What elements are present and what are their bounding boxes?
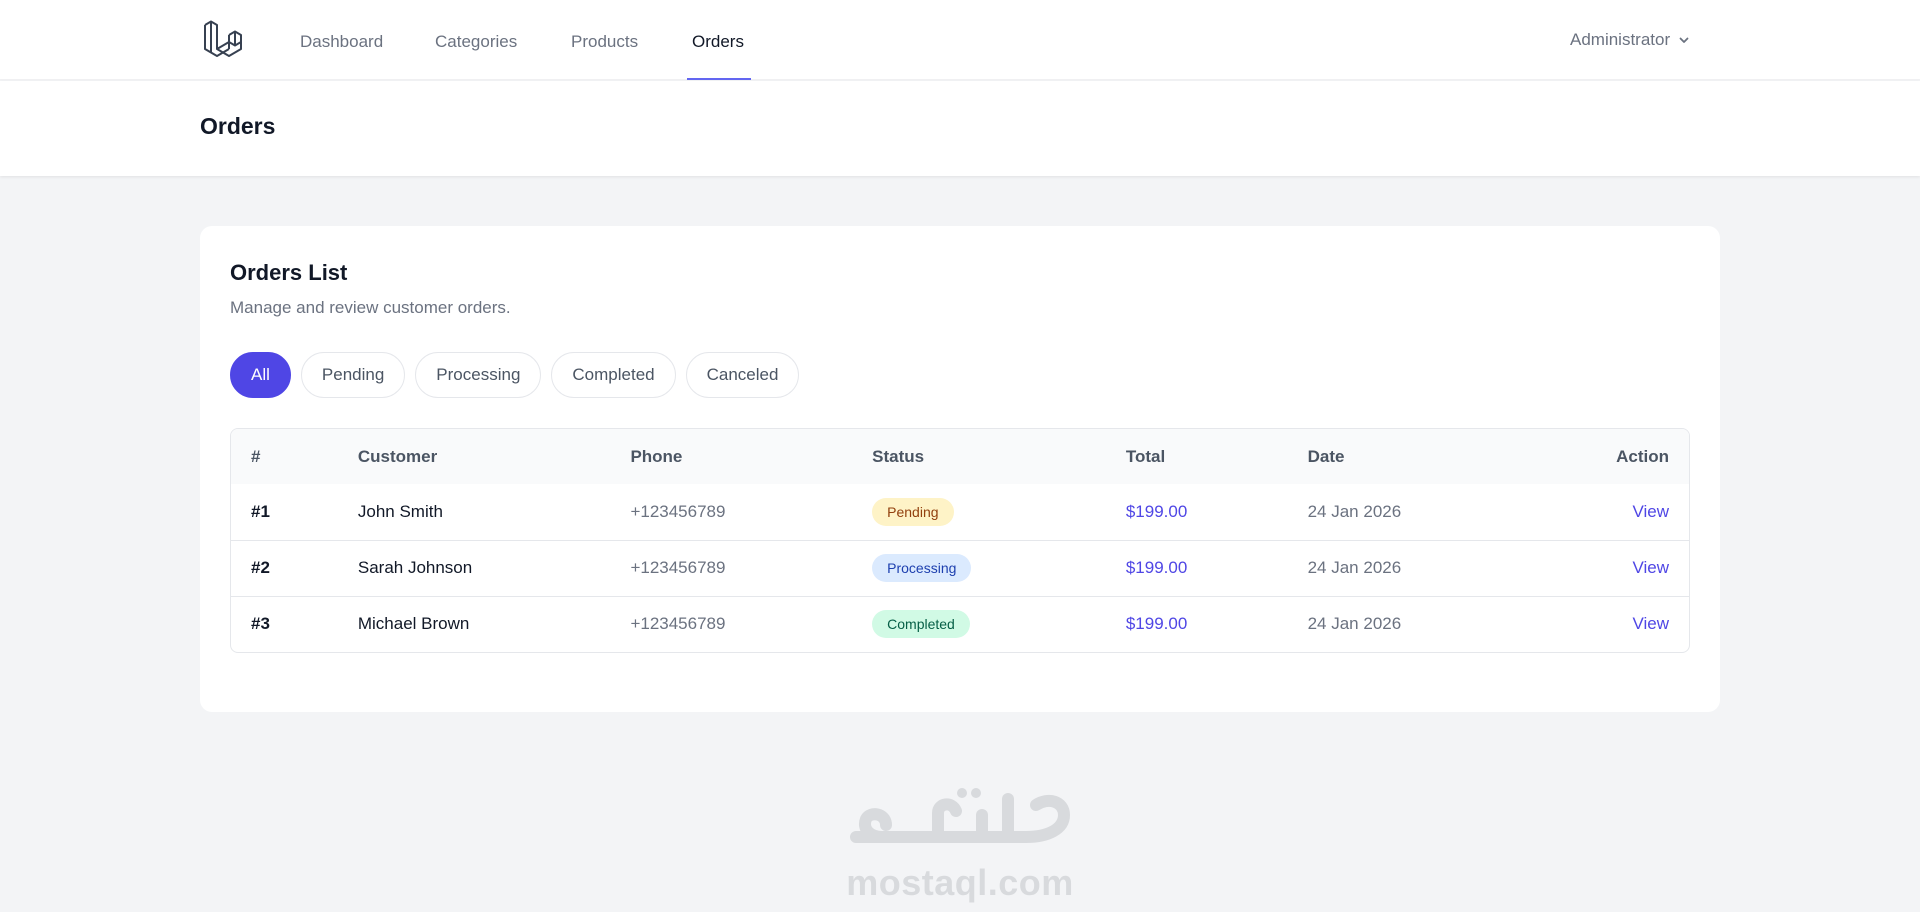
nav-link-products[interactable]: Products <box>571 0 638 80</box>
user-name: Administrator <box>1570 30 1671 49</box>
card-subtitle: Manage and review customer orders. <box>230 298 511 317</box>
customer-phone: +123456789 <box>630 501 726 521</box>
top-navbar: Dashboard Categories Products Orders Adm… <box>0 0 1920 80</box>
user-menu-dropdown[interactable]: Administrator <box>1570 0 1690 80</box>
table-row: #2 Sarah Johnson +123456789 Processing $… <box>231 540 1689 596</box>
customer-phone: +123456789 <box>630 614 726 634</box>
filter-canceled-button[interactable]: Canceled <box>685 352 800 398</box>
status-badge: Completed <box>872 610 970 639</box>
customer-name: John Smith <box>357 501 443 521</box>
filter-pending-button[interactable]: Pending <box>300 352 406 398</box>
table-header-row: # Customer Phone Status Total Date Actio… <box>231 429 1689 484</box>
view-order-link[interactable]: View <box>1632 502 1669 521</box>
order-total: $199.00 <box>1125 558 1188 577</box>
watermark-text: mostaql.com <box>846 862 1074 903</box>
order-total: $199.00 <box>1125 501 1188 521</box>
page-header: Orders <box>0 81 1920 176</box>
filter-completed-button[interactable]: Completed <box>551 352 676 398</box>
view-order-link[interactable]: View <box>1632 614 1669 633</box>
column-header-phone: Phone <box>630 446 683 466</box>
customer-name: Michael Brown <box>357 614 470 634</box>
status-filter-group: All Pending Processing Completed Cancele… <box>230 352 800 398</box>
mostaql-watermark: mostaql.com <box>842 785 1078 904</box>
nav-link-orders[interactable]: Orders <box>692 0 744 80</box>
filter-processing-button[interactable]: Processing <box>415 352 542 398</box>
table-row: #3 Michael Brown +123456789 Completed $1… <box>231 596 1689 652</box>
order-id: #3 <box>251 614 270 634</box>
orders-table-container: # Customer Phone Status Total Date Actio… <box>230 428 1690 653</box>
nav-link-categories[interactable]: Categories <box>435 0 517 80</box>
status-badge: Processing <box>872 554 972 582</box>
table-row: #1 John Smith +123456789 Pending $199.00… <box>231 484 1689 540</box>
order-date: 24 Jan 2026 <box>1307 614 1402 634</box>
column-header-date: Date <box>1307 446 1345 466</box>
page-title: Orders <box>200 113 276 139</box>
card-title: Orders List <box>230 260 348 285</box>
column-header-action: Action <box>1616 446 1669 466</box>
column-header-id: # <box>251 446 261 466</box>
orders-card: Orders List Manage and review customer o… <box>200 226 1720 712</box>
order-date: 24 Jan 2026 <box>1307 558 1402 577</box>
customer-name: Sarah Johnson <box>357 558 473 577</box>
filter-all-button[interactable]: All <box>230 352 291 398</box>
order-total: $199.00 <box>1125 614 1188 634</box>
orders-table: # Customer Phone Status Total Date Actio… <box>231 429 1689 652</box>
status-badge: Pending <box>872 497 954 526</box>
column-header-status: Status <box>872 446 925 466</box>
customer-phone: +123456789 <box>630 558 726 577</box>
nav-link-dashboard[interactable]: Dashboard <box>300 0 383 80</box>
column-header-customer: Customer <box>357 446 438 466</box>
mostaql-logo-mark <box>850 788 1070 843</box>
active-nav-indicator <box>687 78 751 80</box>
order-id: #1 <box>251 501 270 521</box>
column-header-total: Total <box>1125 446 1166 466</box>
order-id: #2 <box>251 558 270 577</box>
chevron-down-icon <box>1679 37 1689 43</box>
laravel-logo-icon[interactable] <box>202 18 246 62</box>
order-date: 24 Jan 2026 <box>1307 501 1402 521</box>
view-order-link[interactable]: View <box>1632 558 1669 577</box>
